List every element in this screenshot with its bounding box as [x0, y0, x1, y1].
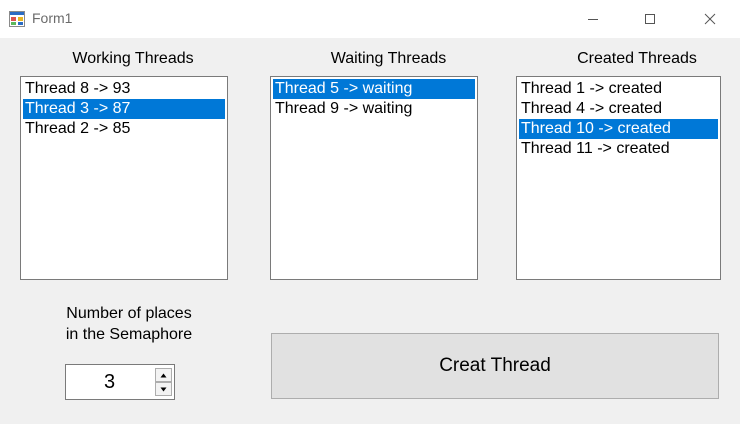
- minimize-button[interactable]: [570, 0, 616, 38]
- waiting-threads-list[interactable]: Thread 5 -> waiting Thread 9 -> waiting: [270, 76, 478, 280]
- caret-down-icon: [160, 387, 167, 391]
- list-item[interactable]: Thread 1 -> created: [519, 79, 718, 99]
- list-item[interactable]: Thread 9 -> waiting: [273, 99, 475, 119]
- stepper-down-button[interactable]: [155, 382, 172, 396]
- app-icon: [9, 11, 25, 27]
- list-item[interactable]: Thread 4 -> created: [519, 99, 718, 119]
- semaphore-places-stepper[interactable]: 3: [65, 364, 175, 400]
- list-item[interactable]: Thread 11 -> created: [519, 139, 718, 159]
- created-threads-header: Created Threads: [577, 50, 697, 67]
- working-threads-header: Working Threads: [72, 50, 194, 67]
- list-item[interactable]: Thread 3 -> 87: [23, 99, 225, 119]
- caret-up-icon: [160, 373, 167, 377]
- stepper-value[interactable]: 3: [66, 365, 153, 399]
- close-button[interactable]: [687, 0, 733, 38]
- list-item[interactable]: Thread 10 -> created: [519, 119, 718, 139]
- list-item[interactable]: Thread 5 -> waiting: [273, 79, 475, 99]
- window-title: Form1: [32, 10, 73, 26]
- stepper-up-button[interactable]: [155, 368, 172, 382]
- maximize-button[interactable]: [627, 0, 673, 38]
- close-icon: [704, 13, 716, 25]
- list-item[interactable]: Thread 8 -> 93: [23, 79, 225, 99]
- waiting-threads-header: Waiting Threads: [330, 50, 447, 67]
- semaphore-places-label: Number of places in the Semaphore: [40, 303, 218, 345]
- minimize-icon: [588, 19, 598, 20]
- maximize-icon: [645, 14, 655, 24]
- title-bar: Form1: [0, 0, 740, 38]
- list-item[interactable]: Thread 2 -> 85: [23, 119, 225, 139]
- created-threads-list[interactable]: Thread 1 -> created Thread 4 -> created …: [516, 76, 721, 280]
- semaphore-label-line1: Number of places: [66, 305, 192, 322]
- semaphore-label-line2: in the Semaphore: [65, 326, 193, 343]
- creat-thread-button[interactable]: Creat Thread: [271, 333, 719, 399]
- working-threads-list[interactable]: Thread 8 -> 93 Thread 3 -> 87 Thread 2 -…: [20, 76, 228, 280]
